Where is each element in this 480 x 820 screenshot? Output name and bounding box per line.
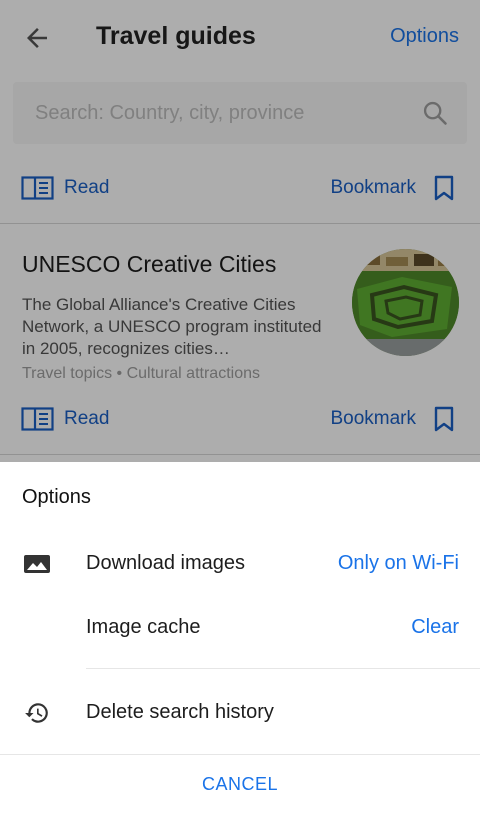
download-images-row[interactable]: Download images Only on Wi-Fi (0, 539, 480, 589)
sheet-title: Options (22, 486, 91, 508)
delete-search-history-row[interactable]: Delete search history (0, 688, 480, 738)
scrim-overlay[interactable] (0, 0, 480, 462)
history-icon (25, 703, 48, 723)
divider (0, 754, 480, 755)
image-cache-row[interactable]: Image cache Clear (0, 603, 480, 653)
download-images-label: Download images (86, 552, 245, 574)
cancel-button[interactable]: CANCEL (0, 774, 480, 795)
delete-search-history-label: Delete search history (86, 701, 274, 723)
options-bottom-sheet: Options Download images Only on Wi-Fi Im… (0, 462, 480, 820)
clear-cache-button[interactable]: Clear (411, 616, 459, 639)
image-icon (24, 555, 50, 573)
image-cache-label: Image cache (86, 616, 201, 638)
download-images-value[interactable]: Only on Wi-Fi (338, 552, 459, 575)
divider (86, 668, 480, 669)
